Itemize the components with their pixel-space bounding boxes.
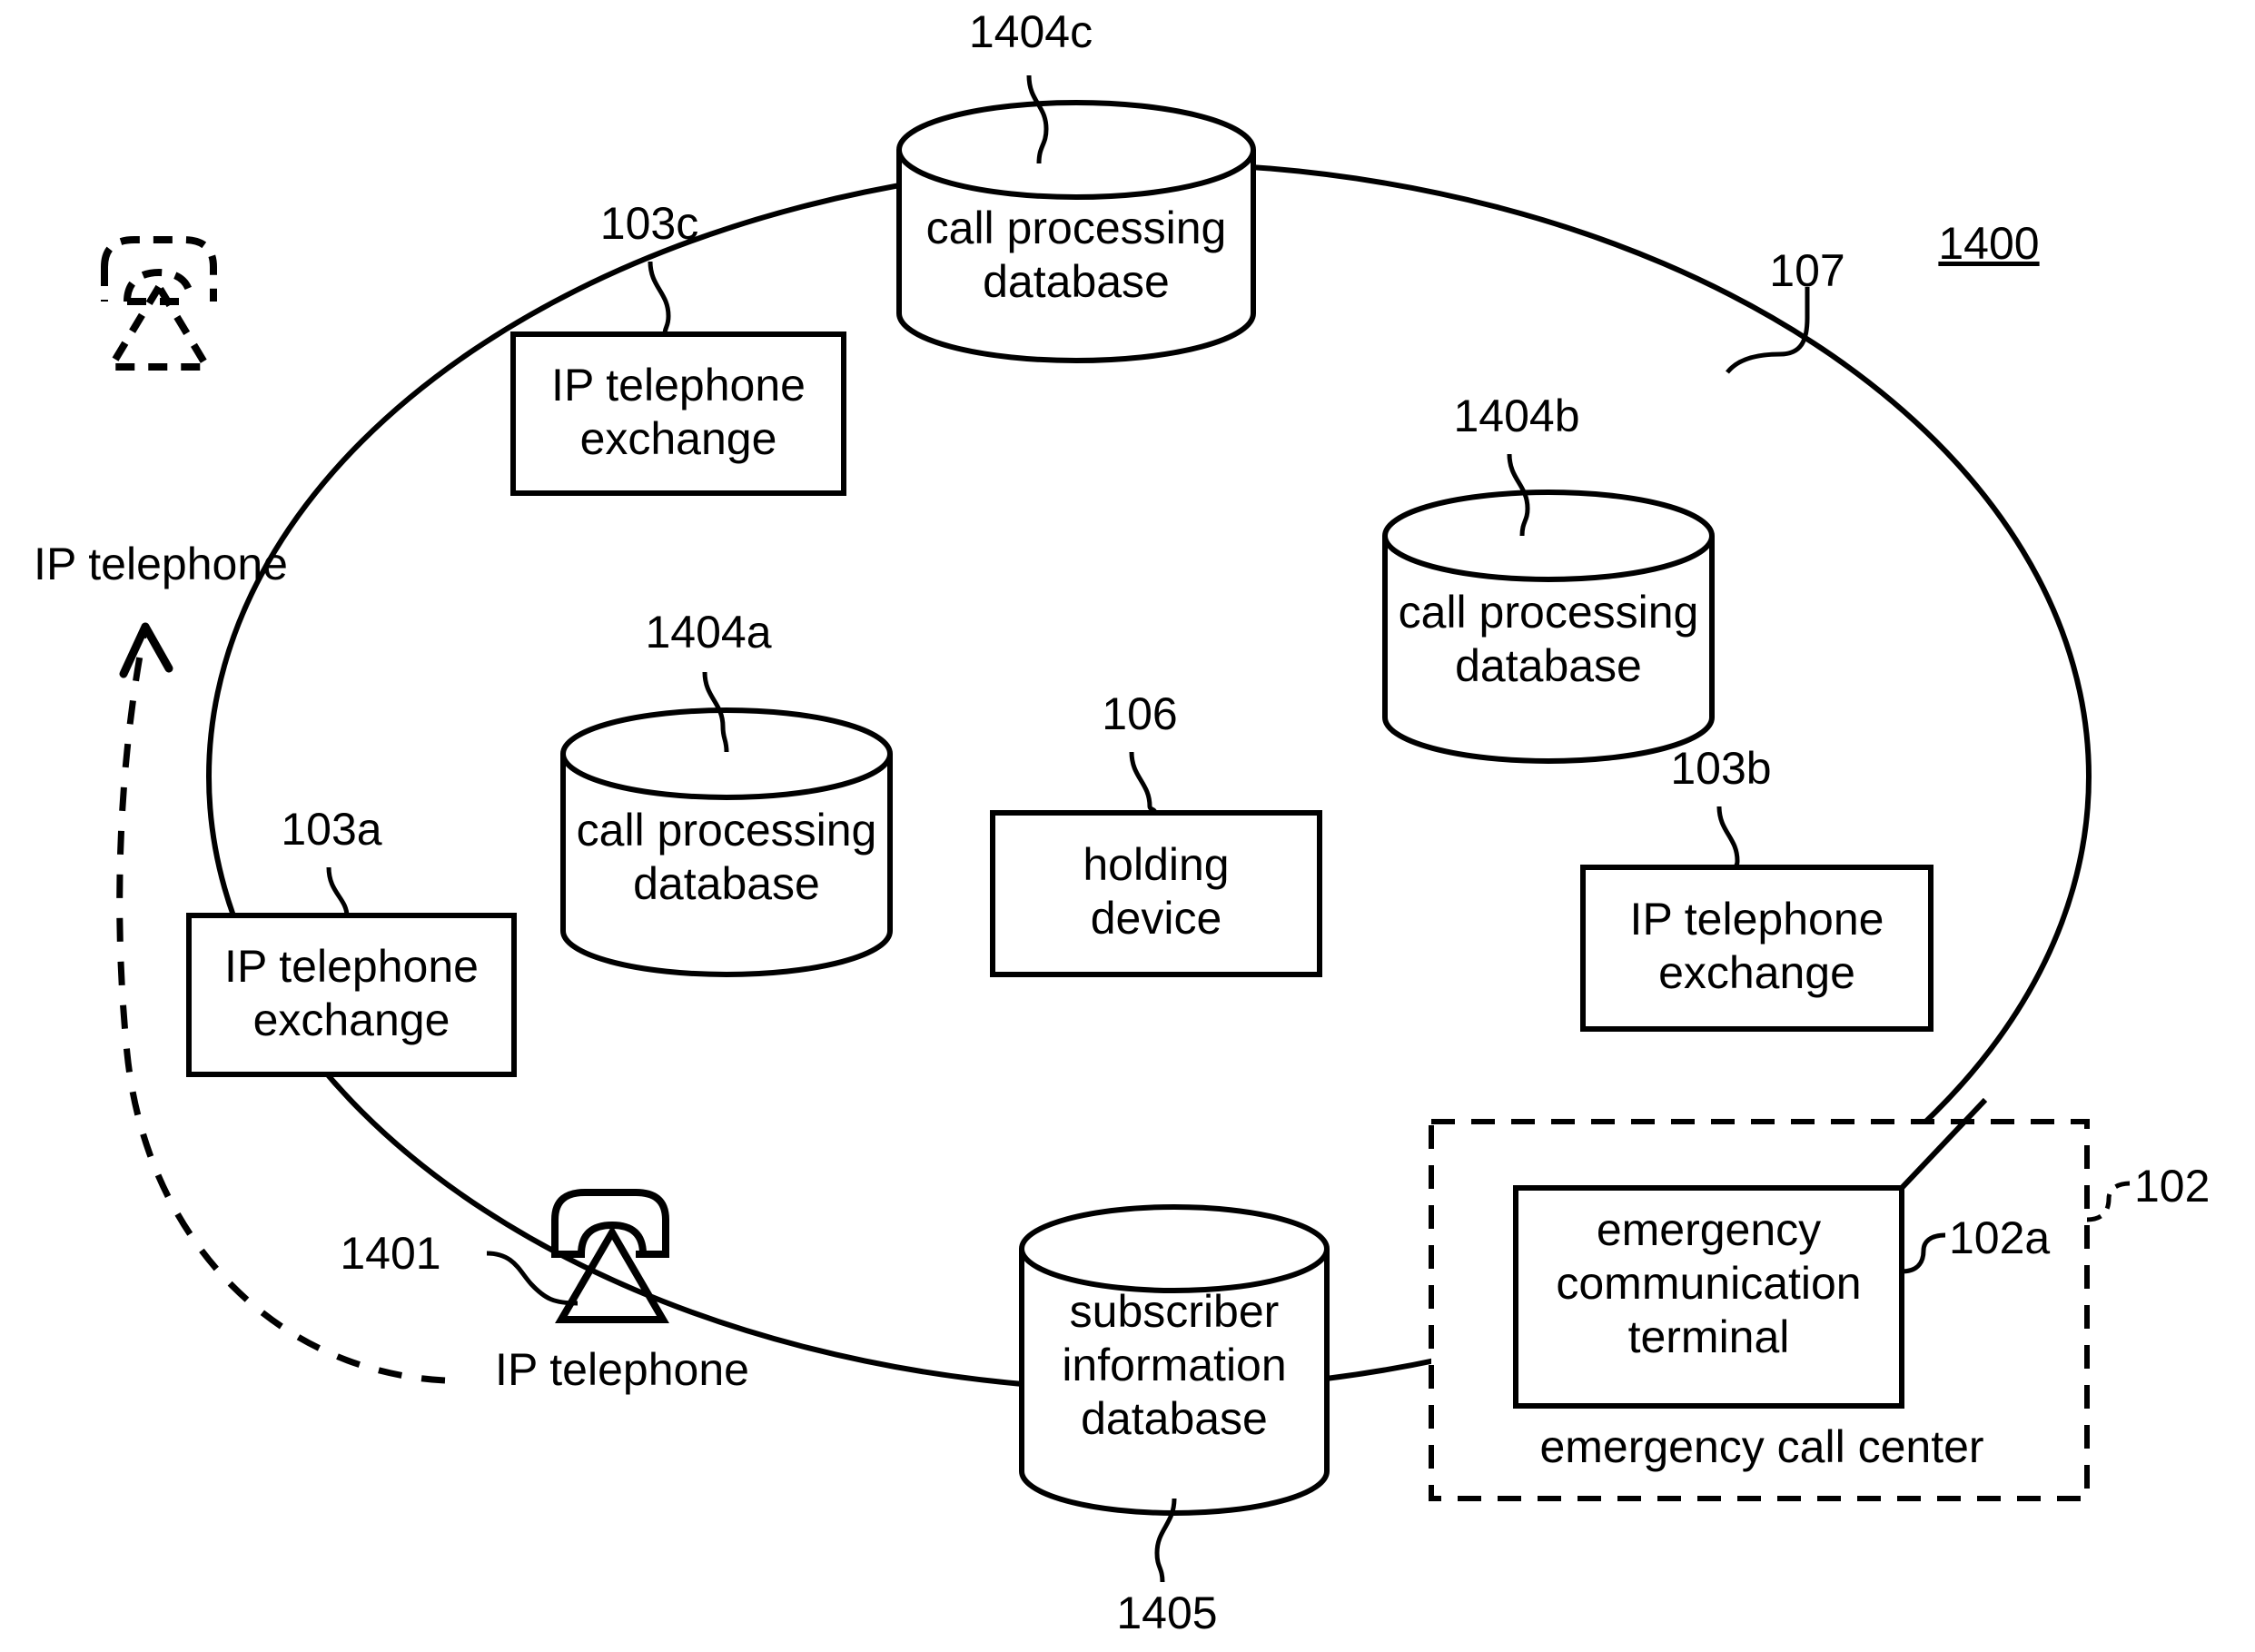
- db-1404b-line1: call processing: [1398, 587, 1699, 638]
- ip-telephone-icon-bottom: [551, 1189, 669, 1323]
- terminal-line1: emergency: [1596, 1204, 1822, 1255]
- leader-1401: [486, 1251, 579, 1306]
- leader-103b: [1716, 806, 1740, 869]
- db-1404a-line1: call processing: [576, 805, 877, 856]
- subscriber-db-line2: information: [1062, 1340, 1287, 1390]
- terminal-line2: communication: [1556, 1258, 1862, 1309]
- ip-telephone-exchange-103b: IP telephone exchange: [1583, 893, 1931, 1000]
- subscriber-db-line1: subscriber: [1069, 1286, 1280, 1337]
- call-processing-database-1404b: call processing database: [1380, 586, 1716, 693]
- subscriber-db-line3: database: [1081, 1393, 1268, 1444]
- ref-102: 102: [2134, 1161, 2210, 1212]
- db-1404b-line2: database: [1455, 640, 1642, 691]
- leader-103c: [648, 261, 671, 335]
- ref-103b: 103b: [1670, 743, 1772, 794]
- exchange-103a-line1: IP telephone: [224, 941, 479, 992]
- leader-103a: [326, 866, 350, 917]
- figure-canvas: 1400 107 103c 1404c 1404b 1404a 106 103b…: [0, 0, 2255, 1652]
- db-1404c-line2: database: [983, 256, 1170, 307]
- ref-1404a: 1404a: [645, 607, 772, 658]
- exchange-103c-line1: IP telephone: [551, 360, 806, 411]
- ref-1405: 1405: [1116, 1588, 1218, 1638]
- ref-1401: 1401: [340, 1228, 441, 1279]
- ip-telephone-left-caption: IP telephone: [34, 539, 288, 589]
- exchange-103b-line2: exchange: [1658, 947, 1855, 998]
- holding-device: holding device: [993, 838, 1320, 945]
- ref-103c: 103c: [599, 198, 699, 249]
- ref-106: 106: [1102, 688, 1178, 739]
- terminal-line3: terminal: [1627, 1311, 1790, 1362]
- ip-telephone-exchange-103c: IP telephone exchange: [513, 359, 844, 466]
- ip-telephone-exchange-103a: IP telephone exchange: [189, 940, 514, 1047]
- holding-device-line1: holding: [1083, 839, 1230, 890]
- call-processing-database-1404a: call processing database: [559, 804, 895, 911]
- ref-1404c: 1404c: [968, 6, 1093, 57]
- db-1404a-line2: database: [633, 858, 820, 909]
- ref-107: 107: [1769, 245, 1845, 296]
- exchange-103c-line2: exchange: [579, 413, 777, 464]
- ip-telephone-icon-left: [101, 236, 217, 371]
- ref-102a: 102a: [1949, 1212, 2051, 1263]
- ref-1404b: 1404b: [1453, 391, 1580, 441]
- call-processing-database-1404c: call processing database: [899, 202, 1253, 309]
- db-1404c-line1: call processing: [925, 203, 1227, 253]
- ip-telephone-bottom-caption: IP telephone: [495, 1344, 749, 1395]
- exchange-103b-line1: IP telephone: [1629, 894, 1884, 945]
- exchange-103a-line2: exchange: [252, 994, 450, 1045]
- subscriber-information-database: subscriber information database: [1019, 1285, 1330, 1446]
- leader-106: [1129, 751, 1158, 815]
- figure-number: 1400: [1938, 218, 2040, 269]
- emergency-call-center-caption: emergency call center: [1539, 1421, 1984, 1472]
- emergency-communication-terminal: emergency communication terminal: [1516, 1203, 1902, 1364]
- holding-device-line2: device: [1090, 893, 1222, 944]
- ref-103a: 103a: [281, 804, 382, 855]
